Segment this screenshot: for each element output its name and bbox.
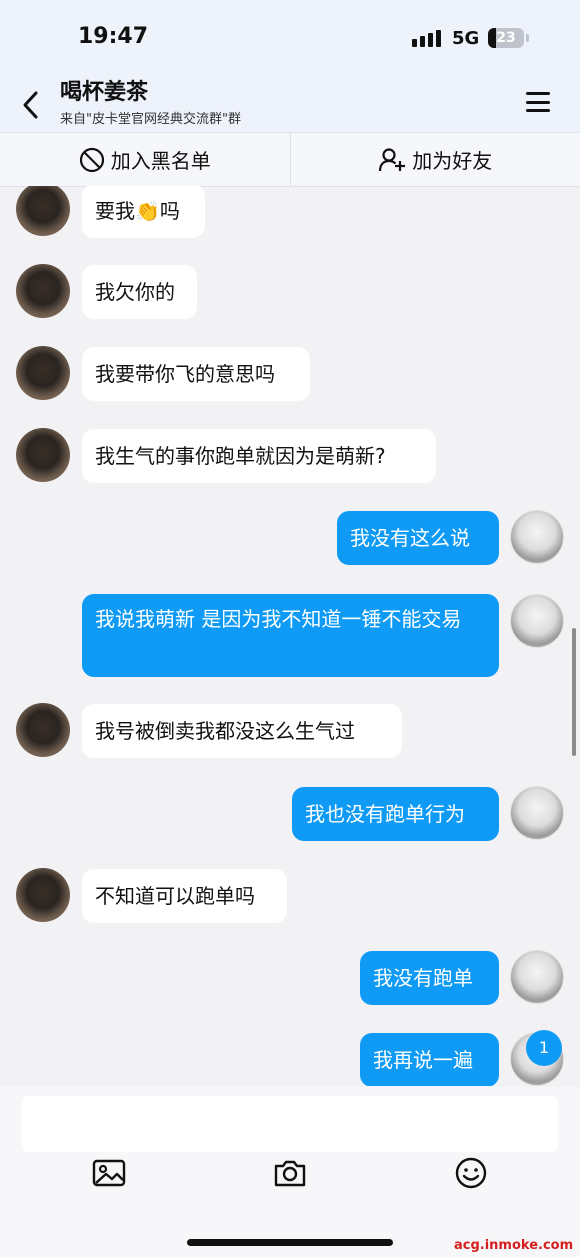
avatar[interactable]: [510, 510, 564, 564]
home-indicator: [187, 1239, 393, 1246]
message-bubble[interactable]: 我再说一遍: [360, 1033, 499, 1086]
blacklist-label: 加入黑名单: [110, 149, 211, 173]
status-time: 19:47: [78, 24, 149, 49]
chat-header: 喝杯姜茶 来自"皮卡堂官网经典交流群"群: [0, 78, 580, 132]
avatar[interactable]: [16, 428, 70, 482]
composer: [0, 1087, 580, 1257]
add-friend-label: 加为好友: [412, 149, 493, 173]
back-icon[interactable]: [18, 88, 46, 122]
image-icon[interactable]: [91, 1155, 127, 1191]
message-input[interactable]: [22, 1096, 558, 1152]
message-bubble[interactable]: 我欠你的: [82, 265, 197, 319]
message-bubble[interactable]: 不知道可以跑单吗: [82, 869, 287, 923]
network-label: 5G: [452, 28, 480, 49]
avatar[interactable]: [510, 950, 564, 1004]
chat-subtitle: 来自"皮卡堂官网经典交流群"群: [60, 112, 241, 127]
message-bubble[interactable]: 我生气的事你跑单就因为是萌新?: [82, 429, 436, 483]
message-bubble[interactable]: 要我👏吗: [82, 186, 205, 238]
avatar[interactable]: [510, 786, 564, 840]
watermark: acg.inmoke.com: [454, 1238, 574, 1253]
block-icon: [79, 147, 104, 172]
scrollbar[interactable]: [572, 628, 576, 756]
message-bubble[interactable]: 我要带你飞的意思吗: [82, 347, 310, 401]
avatar[interactable]: [16, 346, 70, 400]
message-bubble[interactable]: 我没有这么说: [337, 511, 499, 565]
battery-level: 23: [496, 30, 516, 46]
add-friend-button[interactable]: 加为好友: [289, 133, 580, 186]
signal-icon: [412, 30, 441, 47]
action-bar: 加入黑名单 加为好友: [0, 132, 580, 187]
avatar[interactable]: [16, 264, 70, 318]
blacklist-button[interactable]: 加入黑名单: [0, 133, 290, 186]
avatar[interactable]: [16, 186, 70, 236]
message-bubble[interactable]: 我也没有跑单行为: [292, 787, 499, 841]
chat-title[interactable]: 喝杯姜茶: [60, 74, 148, 106]
avatar[interactable]: [16, 703, 70, 757]
message-list[interactable]: 要我👏吗 我欠你的 我要带你飞的意思吗 我生气的事你跑单就因为是萌新? 我没有这…: [0, 186, 580, 1086]
menu-icon[interactable]: [526, 92, 550, 112]
status-bar: 19:47 5G 23: [0, 0, 580, 78]
message-bubble[interactable]: 我号被倒卖我都没这么生气过: [82, 704, 402, 758]
avatar[interactable]: [16, 868, 70, 922]
message-bubble[interactable]: 我没有跑单: [360, 951, 499, 1005]
avatar[interactable]: [510, 594, 564, 648]
unread-badge[interactable]: 1: [526, 1030, 562, 1066]
emoji-icon[interactable]: [453, 1155, 489, 1191]
battery-icon: 23: [488, 28, 524, 48]
camera-icon[interactable]: [272, 1155, 308, 1191]
add-user-icon: [379, 147, 406, 171]
message-bubble[interactable]: 我说我萌新 是因为我不知道一锤不能交易: [82, 594, 499, 677]
